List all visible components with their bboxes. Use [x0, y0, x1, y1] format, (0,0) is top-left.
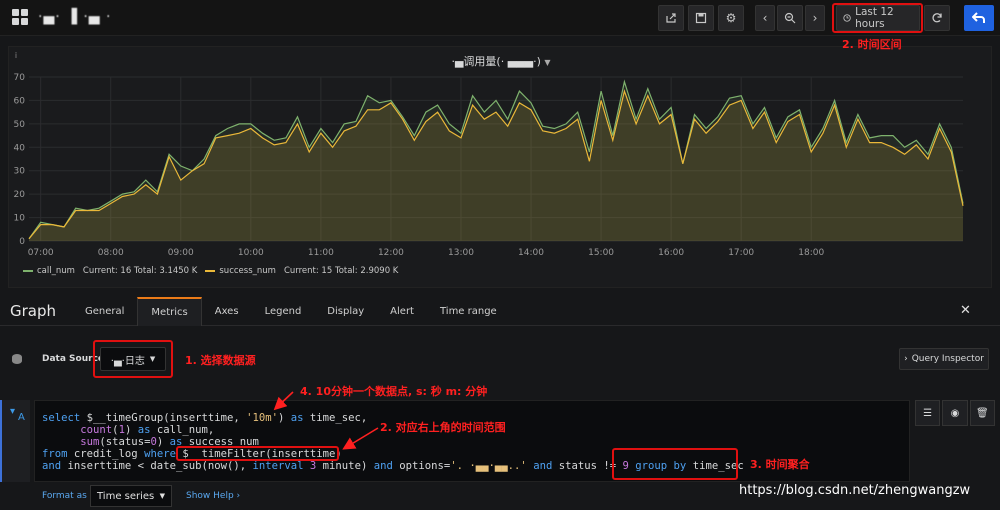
- watermark-text: https://blog.csdn.net/zhengwangzw: [739, 483, 971, 498]
- editor-title: Graph: [10, 302, 57, 320]
- x-tick-label: 18:00: [798, 248, 824, 258]
- y-tick-label: 60: [14, 96, 26, 106]
- close-editor-button[interactable]: ✕: [960, 303, 971, 318]
- annotation-time-filter: 2. 对应右上角的时间范围: [380, 421, 506, 434]
- x-tick-label: 10:00: [238, 248, 264, 258]
- save-button[interactable]: [688, 5, 714, 31]
- back-to-dashboard-button[interactable]: [964, 5, 994, 31]
- legend-series-name: success_num: [219, 266, 276, 276]
- legend-series-name: call_num: [37, 266, 75, 276]
- format-as-value: Time series: [97, 490, 155, 502]
- x-tick-label: 15:00: [588, 248, 614, 258]
- database-icon: [12, 354, 22, 364]
- series-area-success-num: [29, 91, 963, 241]
- y-tick-label: 20: [14, 190, 26, 200]
- chevron-right-icon: ›: [236, 491, 241, 501]
- format-as-select[interactable]: Time series ▼: [90, 485, 172, 507]
- query-ref-label: ▾ A: [10, 406, 25, 423]
- chevron-right-icon: ›: [904, 354, 908, 364]
- share-button[interactable]: [658, 5, 684, 31]
- save-icon: [695, 12, 707, 24]
- x-tick-label: 12:00: [378, 248, 404, 258]
- legend-swatch: [23, 270, 33, 272]
- format-as-label: Format as: [42, 491, 87, 501]
- query-row-toggle[interactable]: ▾ A: [0, 400, 30, 482]
- tab-time-range[interactable]: Time range: [427, 297, 510, 326]
- annotation-box-group-by: [612, 448, 738, 480]
- settings-icon: ⚙: [725, 11, 737, 25]
- y-tick-label: 50: [14, 120, 26, 130]
- back-arrow-icon: [972, 12, 985, 23]
- zoom-out-button[interactable]: [777, 5, 803, 31]
- x-tick-label: 14:00: [518, 248, 544, 258]
- query-toolbar: ☰ ◉ 🗑: [915, 400, 995, 426]
- chart-legend: call_num Current: 16 Total: 3.1450 K succe…: [23, 266, 398, 276]
- tab-display[interactable]: Display: [314, 297, 377, 326]
- annotation-interval: 4. 10分钟一个数据点, s: 秒 m: 分钟: [300, 385, 488, 398]
- chevron-left-icon: ‹: [762, 11, 768, 25]
- annotation-time-range: 2. 时间区间: [842, 38, 902, 51]
- editor-tabs: General Metrics Axes Legend Display Alert Time…: [72, 297, 510, 326]
- query-menu-button[interactable]: ☰: [915, 400, 941, 426]
- dashboard-title[interactable]: ·▄· ▐ ·▄ ·: [38, 9, 111, 25]
- x-tick-label: 16:00: [658, 248, 684, 258]
- legend-series-stats: Current: 16 Total: 3.1450 K: [82, 266, 198, 276]
- y-tick-label: 30: [14, 167, 26, 177]
- x-tick-label: 08:00: [98, 248, 124, 258]
- x-tick-label: 13:00: [448, 248, 474, 258]
- legend-item-success-num[interactable]: success_num Current: 15 Total: 2.9090 K: [205, 266, 398, 276]
- refresh-button[interactable]: [924, 5, 950, 31]
- show-help-link[interactable]: Show Help ›: [186, 491, 240, 501]
- menu-icon: ☰: [923, 407, 933, 419]
- tab-general[interactable]: General: [72, 297, 137, 326]
- share-icon: [666, 13, 676, 23]
- eye-icon: ◉: [950, 407, 960, 419]
- annotation-box-time-filter: [176, 446, 339, 461]
- annotation-datasource: 1. 选择数据源: [185, 354, 256, 367]
- legend-swatch: [205, 270, 216, 272]
- query-inspector-button[interactable]: › Query Inspector: [899, 348, 989, 370]
- grafana-menu-icon[interactable]: [12, 9, 28, 25]
- annotation-box-datasource: [93, 340, 173, 378]
- query-inspector-label: Query Inspector: [911, 354, 984, 364]
- legend-item-call-num[interactable]: call_num Current: 16 Total: 3.1450 K: [23, 266, 197, 276]
- y-tick-label: 40: [14, 143, 26, 153]
- chevron-right-icon: ›: [812, 11, 818, 25]
- annotation-group-by: 3. 时间聚合: [750, 458, 810, 471]
- tab-alert[interactable]: Alert: [377, 297, 427, 326]
- tab-legend[interactable]: Legend: [252, 297, 315, 326]
- graph-panel[interactable]: i ·▄调用量(· ▄▄▄·) ▼ 0 10 20 30 40 50 60 70 07:00 08…: [8, 46, 992, 288]
- y-tick-label: 70: [14, 73, 26, 83]
- x-tick-label: 09:00: [168, 248, 194, 258]
- zoom-back-button[interactable]: ‹: [755, 5, 775, 31]
- x-tick-label: 17:00: [728, 248, 754, 258]
- tab-metrics[interactable]: Metrics: [137, 297, 202, 326]
- legend-series-stats: Current: 15 Total: 2.9090 K: [283, 266, 399, 276]
- tab-axes[interactable]: Axes: [202, 297, 252, 326]
- x-tick-label: 11:00: [308, 248, 334, 258]
- y-tick-label: 0: [19, 237, 25, 247]
- refresh-icon: [932, 13, 942, 23]
- y-tick-label: 10: [14, 214, 26, 224]
- caret-down-icon: ▼: [159, 492, 165, 500]
- settings-button[interactable]: ⚙: [718, 5, 744, 31]
- zoom-forward-button[interactable]: ›: [805, 5, 825, 31]
- annotation-box-time-range: [832, 3, 923, 33]
- delete-query-button[interactable]: 🗑: [969, 400, 995, 426]
- trash-icon: 🗑: [975, 407, 989, 419]
- time-series-chart[interactable]: 0 10 20 30 40 50 60 70 07:00 08:00 09:00 10:00 11:00…: [9, 47, 993, 267]
- zoom-out-icon: [784, 12, 796, 24]
- toggle-query-visibility-button[interactable]: ◉: [942, 400, 968, 426]
- x-tick-label: 07:00: [28, 248, 54, 258]
